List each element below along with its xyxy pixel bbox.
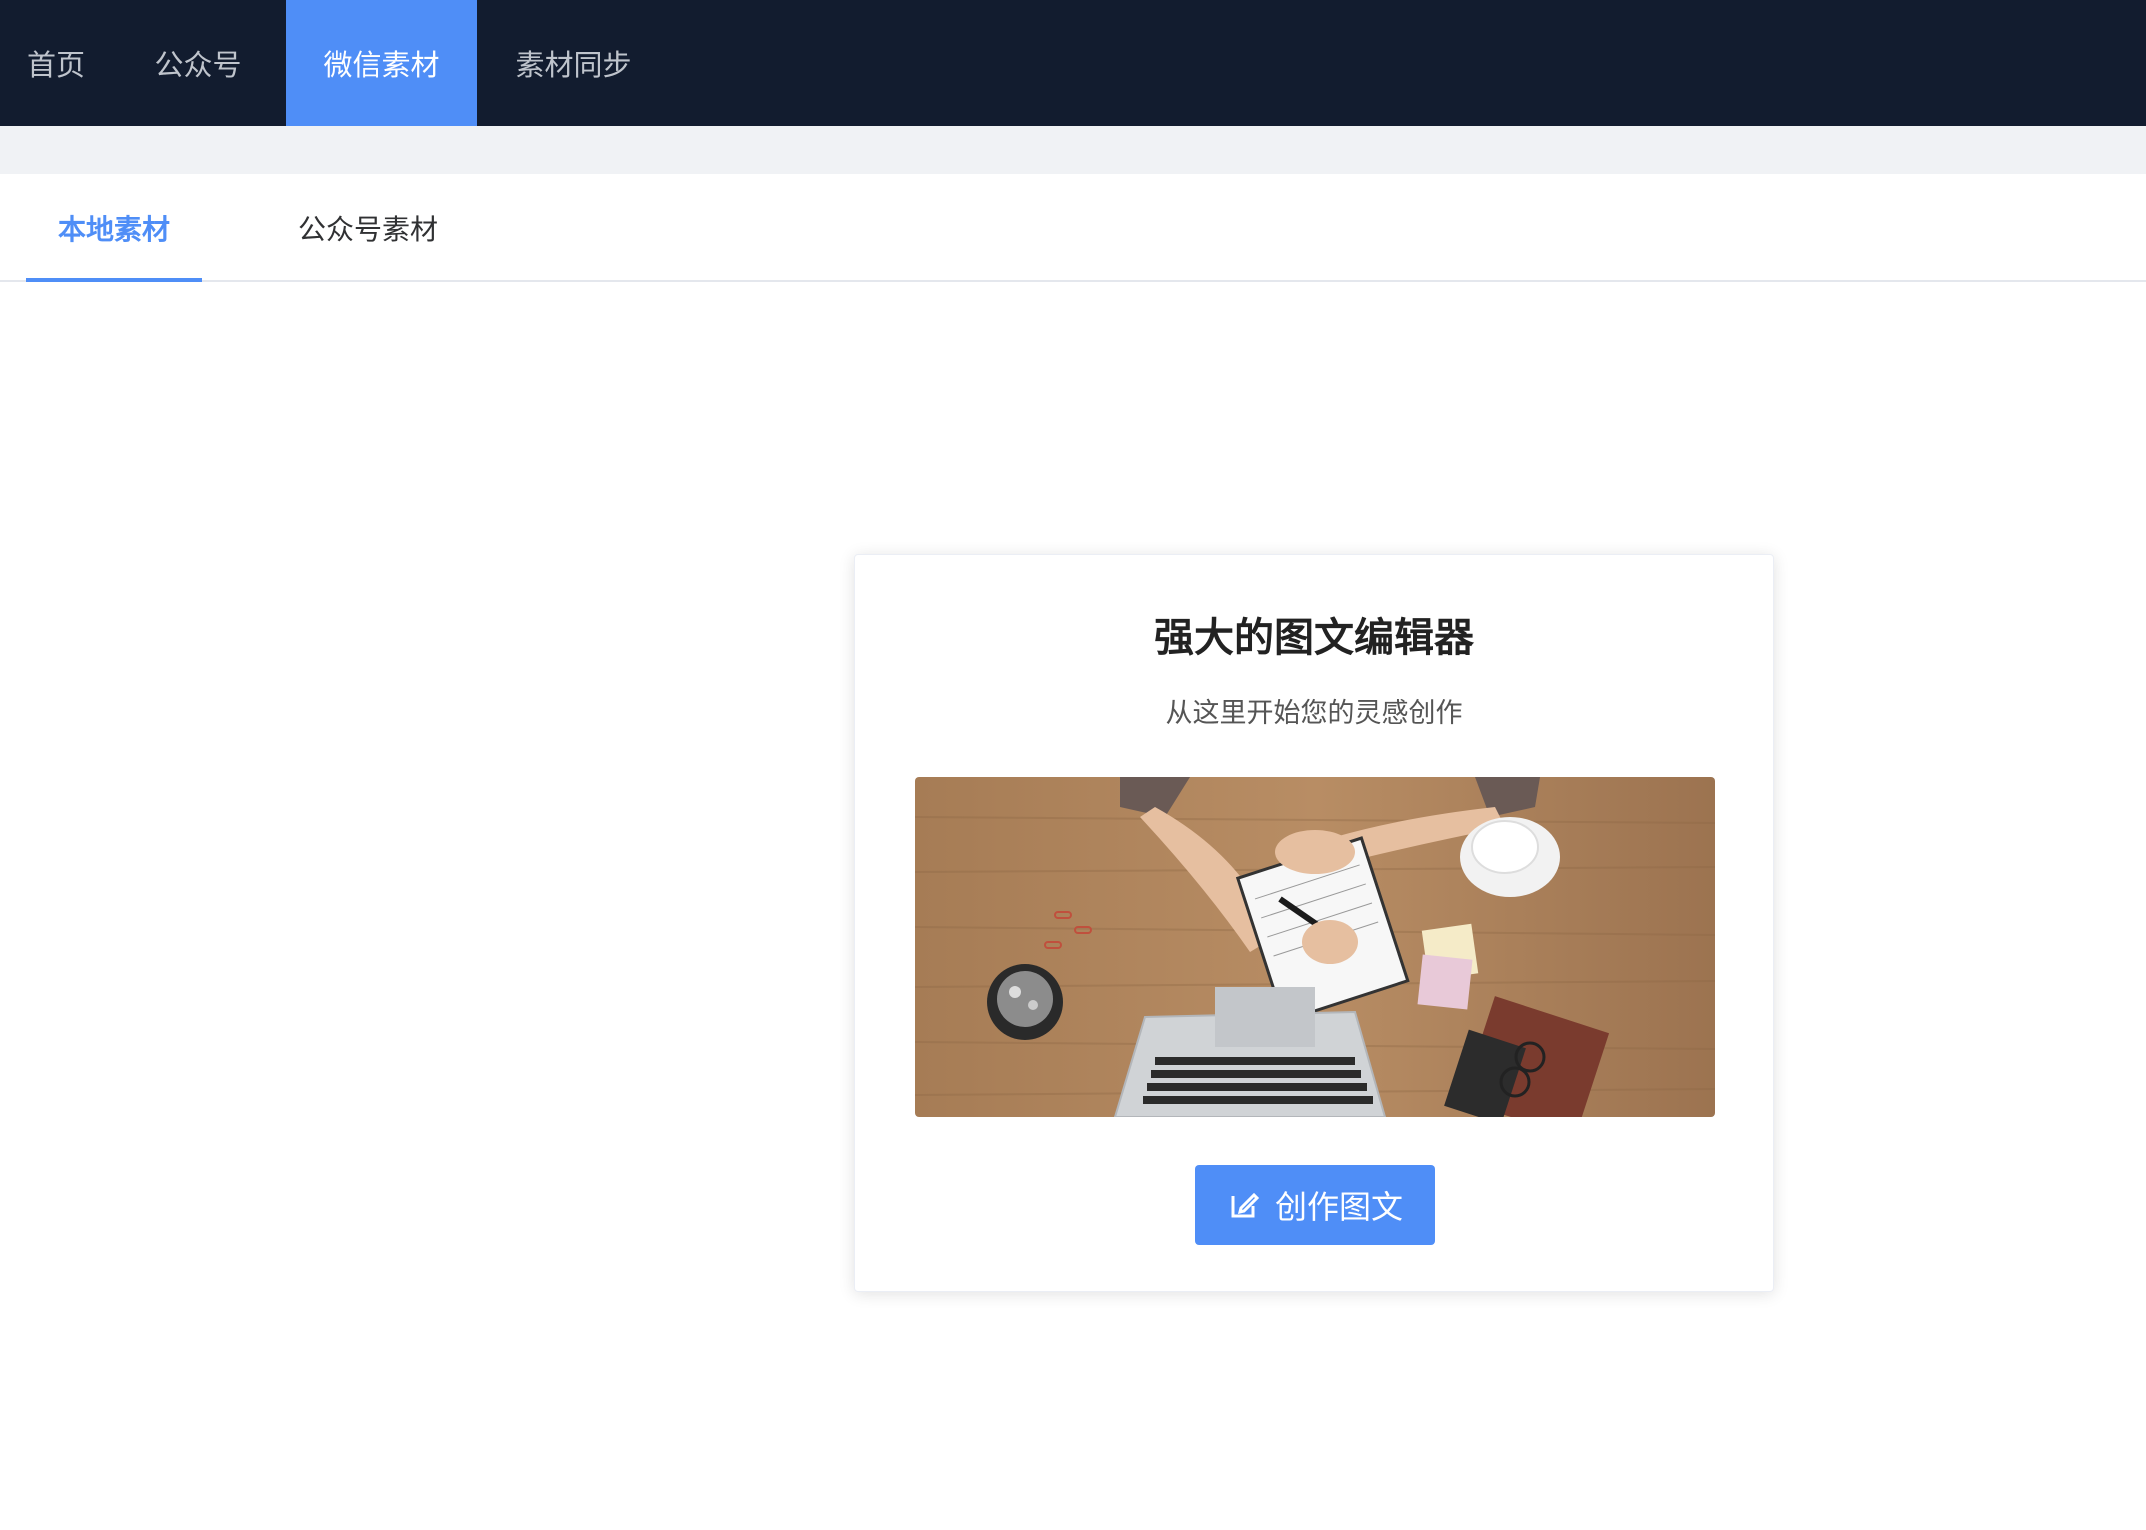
header-spacer: [0, 126, 2146, 174]
create-article-label: 创作图文: [1274, 1188, 1403, 1226]
tab-local-material[interactable]: 本地素材: [26, 174, 202, 282]
tab-active-indicator: [26, 278, 202, 282]
top-navbar: 首页 公众号 微信素材 素材同步: [0, 0, 2146, 126]
workspace-desk-photo: [915, 777, 1715, 1117]
nav-item-wechat-material[interactable]: 微信素材: [286, 0, 477, 126]
nav-item-material-sync[interactable]: 素材同步: [477, 0, 670, 126]
editor-promo-card: 强大的图文编辑器 从这里开始您的灵感创作 创作图文: [854, 554, 1774, 1292]
card-subtitle: 从这里开始您的灵感创作: [1165, 698, 1463, 729]
nav-item-official-account[interactable]: 公众号: [110, 0, 286, 126]
card-title: 强大的图文编辑器: [1154, 615, 1474, 661]
edit-icon: [1227, 1188, 1261, 1222]
tab-official-material[interactable]: 公众号素材: [268, 174, 468, 282]
nav-item-home[interactable]: 首页: [0, 0, 110, 126]
create-article-button[interactable]: 创作图文: [1195, 1165, 1435, 1245]
material-tabs: 本地素材 公众号素材: [0, 174, 2146, 282]
